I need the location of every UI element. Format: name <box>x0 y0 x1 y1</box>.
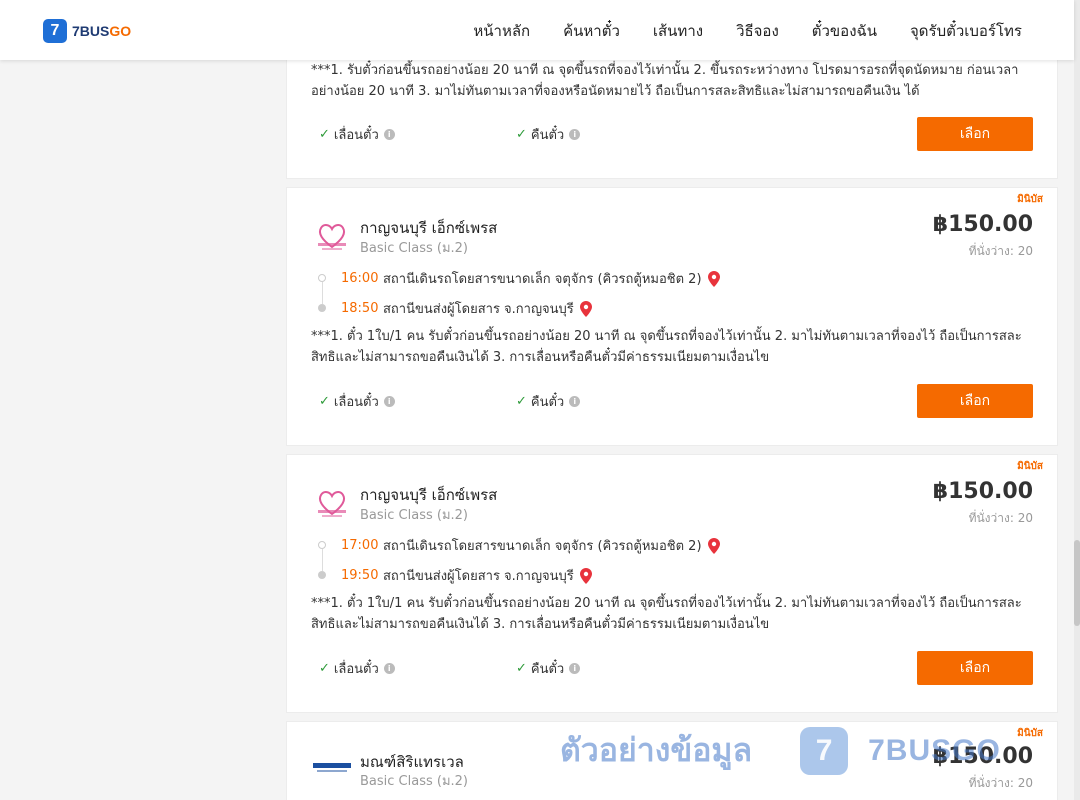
route-line <box>321 282 323 304</box>
reschedule-policy: ✓ เลื่อนตั๋ว i <box>319 658 395 679</box>
arrival-time: 19:50 <box>341 568 379 583</box>
arrival-time: 18:50 <box>341 301 379 316</box>
departure-time: 17:00 <box>341 538 379 553</box>
info-icon[interactable]: i <box>569 129 581 140</box>
nav-routes[interactable]: เส้นทาง <box>653 19 703 43</box>
nav-search-ticket[interactable]: ค้นหาตั๋ว <box>563 19 620 43</box>
vehicle-type-badge: มินิบัส <box>1017 728 1043 739</box>
departure-dot <box>318 274 326 282</box>
seats-available: ที่นั่งว่าง: 20 <box>968 511 1033 525</box>
info-icon[interactable]: i <box>383 129 395 140</box>
departure-station: สถานีเดินรถโดยสารขนาดเล็ก จตุจักร (คิวรถ… <box>383 272 702 287</box>
trip-note: ***1. ตั๋ว 1ใบ/1 คน รับตั๋วก่อนขึ้นรถอย่… <box>311 596 1022 632</box>
trip-card: มินิบัส กาญจนบุรี เอ็กซ์เพรส Basic Class… <box>286 187 1058 446</box>
bus-class: Basic Class (ม.2) <box>360 508 468 523</box>
reschedule-policy: ✓ เลื่อนตั๋ว i <box>319 124 395 145</box>
refund-policy: ✓ คืนตั๋ว i <box>516 391 581 412</box>
map-pin-icon[interactable] <box>707 270 720 287</box>
select-button[interactable]: เลือก <box>917 117 1033 151</box>
arrival-station: สถานีขนส่งผู้โดยสาร จ.กาญจนบุรี <box>383 569 574 584</box>
map-pin-icon[interactable] <box>707 537 720 554</box>
info-icon[interactable]: i <box>569 663 581 674</box>
operator-logo <box>313 484 351 522</box>
departure-dot <box>318 541 326 549</box>
page-scrollbar[interactable] <box>1074 0 1080 800</box>
top-navbar: 7 7BUSGO หน้าหลัก ค้นหาตั๋ว เส้นทาง วิธี… <box>0 0 1074 60</box>
info-icon[interactable]: i <box>569 396 581 407</box>
vehicle-type-badge: มินิบัส <box>1017 461 1043 472</box>
check-icon: ✓ <box>319 661 330 676</box>
refund-label: คืนตั๋ว <box>530 395 565 410</box>
arrival-stop: 18:50 สถานีขนส่งผู้โดยสาร จ.กาญจนบุรี <box>341 298 592 319</box>
map-pin-icon[interactable] <box>579 567 592 584</box>
check-icon: ✓ <box>516 394 527 409</box>
check-icon: ✓ <box>319 127 330 142</box>
operator-logo-icon <box>313 763 351 772</box>
brand-logo-text: 7BUSGO <box>72 23 132 39</box>
trip-card: ***1. รับตั๋วก่อนขึ้นรถอย่างน้อย 20 นาที… <box>286 40 1058 179</box>
check-icon: ✓ <box>516 661 527 676</box>
scrollbar-thumb[interactable] <box>1074 540 1080 626</box>
ticket-price: ฿150.00 <box>932 479 1033 504</box>
brand-logo[interactable]: 7 7BUSGO <box>43 19 131 43</box>
departure-stop: 16:00 สถานีเดินรถโดยสารขนาดเล็ก จตุจักร … <box>341 268 720 289</box>
check-icon: ✓ <box>516 127 527 142</box>
refund-policy: ✓ คืนตั๋ว i <box>516 124 581 145</box>
departure-station: สถานีเดินรถโดยสารขนาดเล็ก จตุจักร (คิวรถ… <box>383 539 702 554</box>
trip-note: ***1. ตั๋ว 1ใบ/1 คน รับตั๋วก่อนขึ้นรถอย่… <box>311 329 1022 365</box>
refund-label: คืนตั๋ว <box>530 128 565 143</box>
heart-logo-icon <box>318 491 346 517</box>
operator-logo <box>313 217 351 255</box>
reschedule-policy: ✓ เลื่อนตั๋ว i <box>319 391 395 412</box>
route-line <box>321 549 323 571</box>
info-icon[interactable]: i <box>383 396 395 407</box>
arrival-dot <box>318 571 326 579</box>
ticket-price: ฿150.00 <box>932 212 1033 237</box>
info-icon[interactable]: i <box>383 663 395 674</box>
vehicle-type-badge: มินิบัส <box>1017 194 1043 205</box>
heart-logo-icon <box>318 224 346 250</box>
nav-how-to-book[interactable]: วิธีจอง <box>736 19 779 43</box>
departure-time: 16:00 <box>341 271 379 286</box>
refund-policy: ✓ คืนตั๋ว i <box>516 658 581 679</box>
refund-label: คืนตั๋ว <box>530 662 565 677</box>
nav-my-tickets[interactable]: ตั๋วของฉัน <box>812 19 877 43</box>
arrival-station: สถานีขนส่งผู้โดยสาร จ.กาญจนบุรี <box>383 302 574 317</box>
nav-home[interactable]: หน้าหลัก <box>473 19 530 43</box>
reschedule-label: เลื่อนตั๋ว <box>333 395 379 410</box>
arrival-stop: 19:50 สถานีขนส่งผู้โดยสาร จ.กาญจนบุรี <box>341 565 592 586</box>
brand-logo-mark: 7 <box>43 19 67 43</box>
departure-stop: 17:00 สถานีเดินรถโดยสารขนาดเล็ก จตุจักร … <box>341 535 720 556</box>
reschedule-label: เลื่อนตั๋ว <box>333 662 379 677</box>
trip-note: ***1. รับตั๋วก่อนขึ้นรถอย่างน้อย 20 นาที… <box>311 63 1019 99</box>
bus-class: Basic Class (ม.2) <box>360 241 468 256</box>
trip-card: มินิบัส มณฑ์สิริแทรเวล Basic Class (ม.2)… <box>286 721 1058 800</box>
select-button[interactable]: เลือก <box>917 651 1033 685</box>
seats-available: ที่นั่งว่าง: 20 <box>968 776 1033 790</box>
operator-logo <box>313 748 351 786</box>
select-button[interactable]: เลือก <box>917 384 1033 418</box>
arrival-dot <box>318 304 326 312</box>
bus-class: Basic Class (ม.2) <box>360 774 468 789</box>
main-nav: หน้าหลัก ค้นหาตั๋ว เส้นทาง วิธีจอง ตั๋วข… <box>473 19 1022 43</box>
nav-ticket-pickup-contact[interactable]: จุดรับตั๋วเบอร์โทร <box>910 19 1022 43</box>
seats-available: ที่นั่งว่าง: 20 <box>968 244 1033 258</box>
trip-card: มินิบัส กาญจนบุรี เอ็กซ์เพรส Basic Class… <box>286 454 1058 713</box>
check-icon: ✓ <box>319 394 330 409</box>
ticket-price: ฿150.00 <box>932 744 1033 769</box>
reschedule-label: เลื่อนตั๋ว <box>333 128 379 143</box>
map-pin-icon[interactable] <box>579 300 592 317</box>
